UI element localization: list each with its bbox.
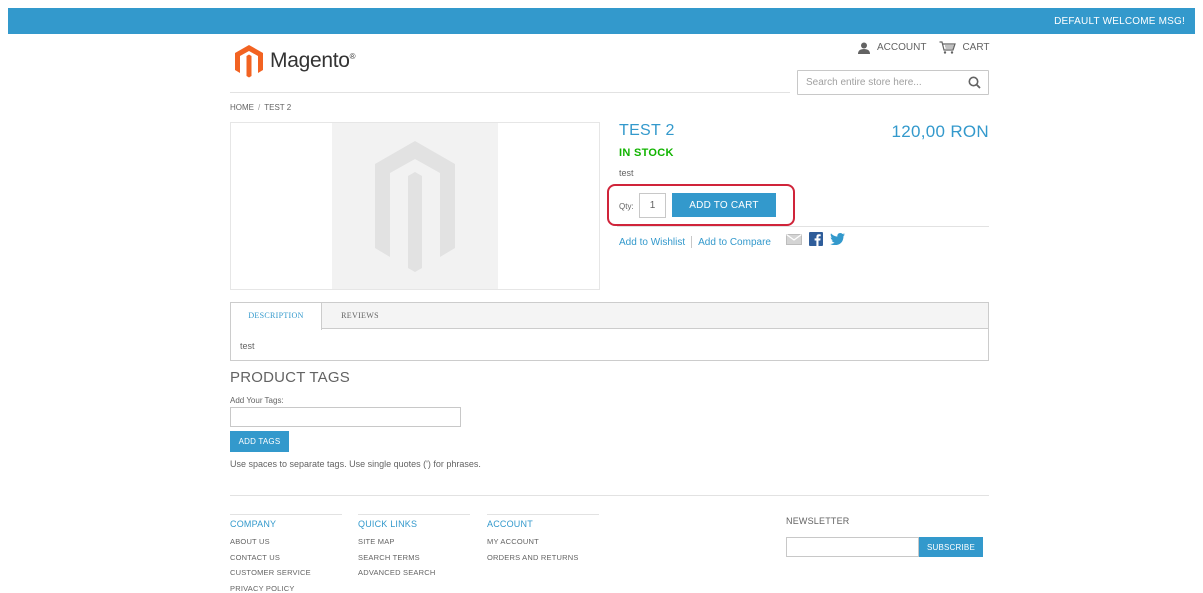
footer-link-about-us[interactable]: ABOUT US bbox=[230, 534, 342, 550]
tab-reviews[interactable]: REVIEWS bbox=[322, 303, 398, 329]
footer-title-quick-links: QUICK LINKS bbox=[358, 514, 470, 534]
email-share-link[interactable] bbox=[786, 233, 802, 245]
footer-link-customer-service[interactable]: CUSTOMER SERVICE bbox=[230, 565, 342, 581]
account-label: ACCOUNT bbox=[877, 42, 927, 53]
search-button[interactable] bbox=[968, 76, 981, 94]
facebook-icon bbox=[809, 232, 823, 246]
subscribe-button[interactable]: SUBSCRIBE bbox=[919, 537, 983, 557]
link-divider bbox=[691, 236, 693, 248]
add-tags-button[interactable]: ADD TAGS bbox=[230, 431, 289, 452]
stock-status: IN STOCK bbox=[619, 147, 674, 159]
cart-icon bbox=[939, 41, 957, 54]
tab-content: test bbox=[240, 341, 255, 351]
magento-logo-icon bbox=[235, 45, 263, 78]
search-input[interactable] bbox=[798, 71, 963, 94]
short-description: test bbox=[619, 168, 634, 178]
cart-link[interactable]: CART bbox=[939, 41, 990, 54]
twitter-icon bbox=[830, 233, 845, 245]
account-icon bbox=[858, 42, 870, 54]
breadcrumb: HOME / TEST 2 bbox=[230, 103, 291, 112]
footer-divider bbox=[230, 495, 989, 496]
tab-description[interactable]: DESCRIPTION bbox=[231, 303, 322, 330]
footer-link-contact-us[interactable]: CONTACT US bbox=[230, 550, 342, 566]
header-links: ACCOUNT CART bbox=[857, 41, 1003, 54]
add-to-wishlist-link[interactable]: Add to Wishlist bbox=[619, 237, 685, 248]
footer-title-company: COMPANY bbox=[230, 514, 342, 534]
footer-title-account: ACCOUNT bbox=[487, 514, 599, 534]
footer-column-account: ACCOUNT MY ACCOUNT ORDERS AND RETURNS bbox=[487, 514, 599, 565]
tags-hint: Use spaces to separate tags. Use single … bbox=[230, 459, 481, 469]
product-price: 120,00 RON bbox=[891, 122, 989, 141]
twitter-share-link[interactable] bbox=[830, 233, 845, 245]
footer-link-search-terms[interactable]: SEARCH TERMS bbox=[358, 550, 470, 566]
store-logo[interactable]: Magento® bbox=[233, 44, 373, 78]
add-tags-label: Add Your Tags: bbox=[230, 396, 284, 405]
logo-wordmark: Magento® bbox=[270, 49, 356, 72]
footer-link-site-map[interactable]: SITE MAP bbox=[358, 534, 470, 550]
product-name: TEST 2 bbox=[619, 122, 675, 139]
header-divider bbox=[230, 92, 790, 93]
welcome-message: DEFAULT WELCOME MSG! bbox=[1054, 16, 1185, 27]
newsletter-email-input[interactable] bbox=[786, 537, 919, 557]
product-tabs: DESCRIPTION REVIEWS test bbox=[230, 302, 989, 361]
product-tags-title: PRODUCT TAGS bbox=[230, 369, 350, 386]
footer-link-privacy-policy[interactable]: PRIVACY POLICY bbox=[230, 581, 342, 593]
account-link[interactable]: ACCOUNT bbox=[857, 42, 926, 54]
footer-link-orders-and-returns[interactable]: ORDERS AND RETURNS bbox=[487, 550, 599, 566]
breadcrumb-separator: / bbox=[258, 103, 261, 112]
image-placeholder bbox=[332, 123, 498, 289]
newsletter-title: NEWSLETTER bbox=[786, 516, 850, 526]
footer-link-my-account[interactable]: MY ACCOUNT bbox=[487, 534, 599, 550]
breadcrumb-home[interactable]: HOME bbox=[230, 103, 254, 112]
footer-link-advanced-search[interactable]: ADVANCED SEARCH bbox=[358, 565, 470, 581]
product-image[interactable] bbox=[230, 122, 600, 290]
footer-column-company: COMPANY ABOUT US CONTACT US CUSTOMER SER… bbox=[230, 514, 342, 593]
search-box bbox=[797, 70, 989, 95]
actions-divider bbox=[617, 226, 989, 227]
search-icon bbox=[968, 76, 981, 89]
placeholder-logo-icon bbox=[375, 141, 455, 272]
top-bar: DEFAULT WELCOME MSG! bbox=[8, 8, 1195, 34]
share-links bbox=[786, 232, 852, 246]
cart-label: CART bbox=[962, 42, 990, 53]
add-to-links: Add to Wishlist Add to Compare bbox=[619, 236, 771, 248]
add-to-compare-link[interactable]: Add to Compare bbox=[698, 237, 771, 248]
footer-column-quick-links: QUICK LINKS SITE MAP SEARCH TERMS ADVANC… bbox=[358, 514, 470, 581]
tags-input[interactable] bbox=[230, 407, 461, 427]
breadcrumb-current: TEST 2 bbox=[264, 103, 292, 112]
highlight-box bbox=[607, 184, 795, 226]
email-icon bbox=[786, 233, 802, 245]
facebook-share-link[interactable] bbox=[809, 232, 823, 246]
